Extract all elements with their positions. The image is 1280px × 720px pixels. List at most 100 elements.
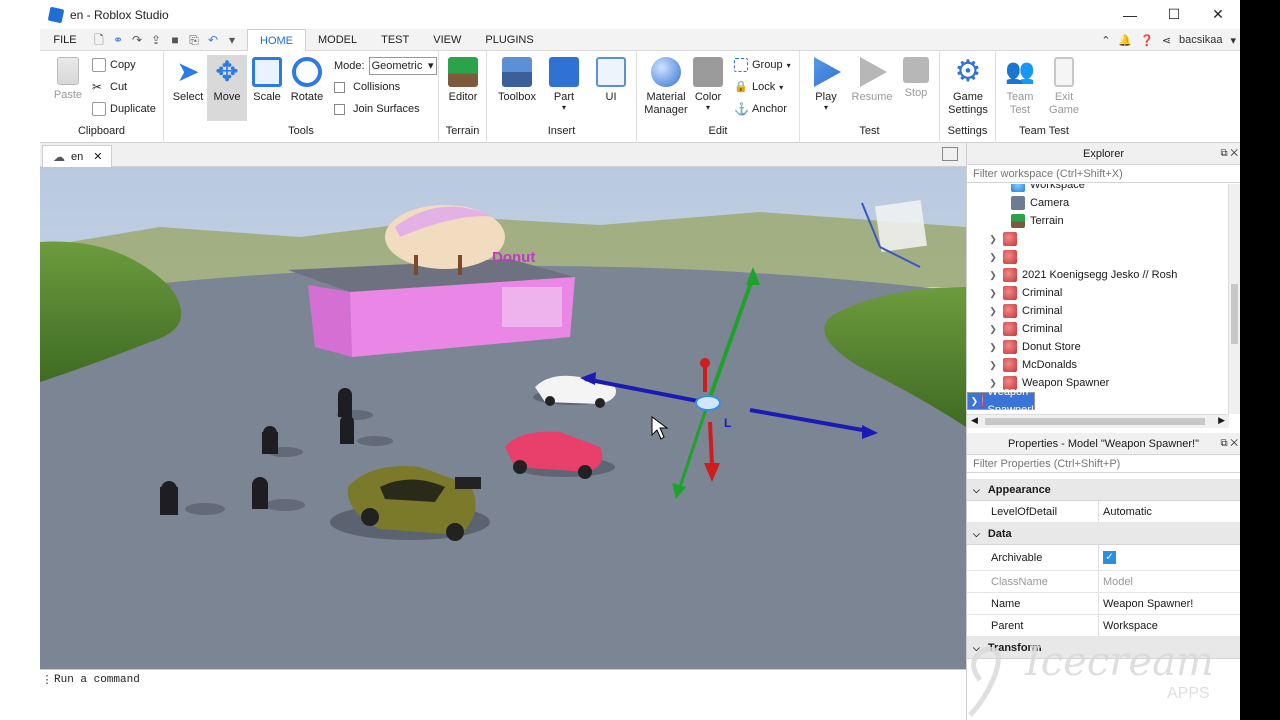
- minimize-button[interactable]: —: [1108, 0, 1152, 29]
- close-panel-icon[interactable]: ✕: [1230, 148, 1238, 159]
- drag-grip-icon[interactable]: ⋮: [40, 673, 54, 687]
- material-manager-button[interactable]: Material Manager: [643, 55, 689, 117]
- new-file-icon[interactable]: 🗋: [92, 33, 106, 47]
- file-menu[interactable]: FILE: [40, 34, 90, 46]
- toolbox-button[interactable]: Toolbox: [495, 55, 539, 103]
- properties-filter-input[interactable]: Filter Properties (Ctrl+Shift+P): [967, 455, 1240, 473]
- category-appearance[interactable]: ⌵ Appearance: [967, 479, 1240, 501]
- stop-square-icon[interactable]: ■: [168, 33, 182, 47]
- category-transform[interactable]: ⌵ Transform: [967, 637, 1240, 659]
- close-panel-icon[interactable]: ✕: [1230, 438, 1238, 449]
- team-test-button[interactable]: 👥 Team Test: [1000, 55, 1040, 117]
- explorer-item[interactable]: Workspace: [967, 184, 1229, 194]
- explorer-item[interactable]: ❯ McDonalds: [967, 356, 1229, 374]
- play-button[interactable]: Play ▾: [806, 55, 846, 112]
- resume-button[interactable]: Resume: [850, 55, 894, 103]
- expand-chevron-icon[interactable]: ❯: [987, 284, 999, 302]
- expand-chevron-icon[interactable]: ❯: [987, 302, 999, 320]
- anchor-button[interactable]: ⚓ Anchor: [734, 102, 787, 116]
- expand-chevron-icon[interactable]: ❯: [987, 320, 999, 338]
- explorer-item[interactable]: ❯ Donut Store: [967, 338, 1229, 356]
- archivable-checkbox[interactable]: ✓: [1103, 551, 1116, 564]
- color-dropdown-icon[interactable]: ▾: [688, 103, 728, 112]
- collisions-toggle[interactable]: Collisions: [334, 81, 400, 93]
- redo-arrow-icon[interactable]: ↷: [130, 33, 144, 47]
- prop-name[interactable]: Name Weapon Spawner!: [967, 593, 1240, 615]
- ui-button[interactable]: UI: [591, 55, 631, 103]
- explorer-vertical-scrollbar[interactable]: [1228, 184, 1240, 414]
- group-dropdown-icon[interactable]: ▾: [787, 61, 791, 70]
- explorer-item[interactable]: ❯ Criminal: [967, 302, 1229, 320]
- paste-button[interactable]: Paste: [48, 55, 88, 101]
- tab-test[interactable]: TEST: [369, 29, 421, 51]
- expand-chevron-icon[interactable]: ❯: [987, 266, 999, 284]
- command-input[interactable]: Run a command: [54, 674, 140, 686]
- part-button[interactable]: Part ▾: [544, 55, 584, 112]
- tab-plugins[interactable]: PLUGINS: [473, 29, 545, 51]
- category-data[interactable]: ⌵ Data: [967, 523, 1240, 545]
- explorer-item[interactable]: ❯: [967, 248, 1229, 266]
- rotate-tool-button[interactable]: Rotate: [287, 55, 327, 103]
- explorer-item[interactable]: ❯: [967, 230, 1229, 248]
- duplicate-button[interactable]: Duplicate: [92, 102, 156, 116]
- explorer-item[interactable]: ❯ Criminal: [967, 320, 1229, 338]
- expand-chevron-icon[interactable]: ❯: [971, 392, 979, 410]
- lock-dropdown-icon[interactable]: ▾: [779, 83, 783, 92]
- notification-bell-icon[interactable]: 🔔: [1118, 34, 1132, 47]
- prop-level-of-detail[interactable]: LevelOfDetail Automatic: [967, 501, 1240, 523]
- explorer-horizontal-scrollbar[interactable]: ◀ ▶: [967, 414, 1229, 428]
- undock-icon[interactable]: ⧉: [1220, 438, 1227, 449]
- move-tool-button[interactable]: ✥ Move: [207, 55, 247, 121]
- explorer-item[interactable]: ❯ Criminal: [967, 284, 1229, 302]
- explorer-item[interactable]: ❯ Weapon Spawner!: [967, 386, 1035, 414]
- export-icon[interactable]: ⎘: [187, 33, 201, 47]
- expand-chevron-icon[interactable]: ❯: [987, 230, 999, 248]
- copy-button[interactable]: Copy: [92, 58, 136, 72]
- part-dropdown-icon[interactable]: ▾: [544, 103, 584, 112]
- share-icon[interactable]: ⋖: [1162, 34, 1171, 47]
- prop-parent[interactable]: Parent Workspace: [967, 615, 1240, 637]
- explorer-filter-input[interactable]: Filter workspace (Ctrl+Shift+X): [967, 165, 1240, 183]
- stop-button[interactable]: Stop: [896, 55, 936, 99]
- explorer-item[interactable]: ❯ 2021 Koenigsegg Jesko // Rosh: [967, 266, 1229, 284]
- collisions-checkbox[interactable]: [334, 81, 345, 93]
- undock-icon[interactable]: ⧉: [1220, 148, 1227, 159]
- exit-game-button[interactable]: Exit Game: [1044, 55, 1084, 117]
- terrain-editor-button[interactable]: Editor: [443, 55, 483, 103]
- tab-view[interactable]: VIEW: [421, 29, 473, 51]
- doc-tab-en[interactable]: ☁ en ✕: [42, 145, 112, 167]
- scroll-right-icon[interactable]: ▶: [1218, 415, 1225, 426]
- quick-access-dropdown-icon[interactable]: ▾: [225, 33, 239, 47]
- viewport-layout-icon[interactable]: [942, 147, 958, 161]
- publish-icon[interactable]: ⇪: [149, 33, 163, 47]
- prop-archivable[interactable]: Archivable ✓: [967, 545, 1240, 571]
- group-button[interactable]: Group ▾: [734, 58, 791, 72]
- select-tool-button[interactable]: ➤ Select: [168, 55, 208, 104]
- expand-chevron-icon[interactable]: ❯: [987, 338, 999, 356]
- close-button[interactable]: ✕: [1196, 0, 1240, 29]
- play-dropdown-icon[interactable]: ▾: [806, 103, 846, 112]
- explorer-item[interactable]: Camera: [967, 194, 1229, 212]
- maximize-button[interactable]: ☐: [1152, 0, 1196, 29]
- 3d-viewport[interactable]: Donut L: [40, 167, 966, 669]
- join-surfaces-checkbox[interactable]: [334, 103, 345, 115]
- explorer-item[interactable]: Terrain: [967, 212, 1229, 230]
- mode-dropdown[interactable]: Geometric ▾: [368, 57, 437, 75]
- expand-chevron-icon[interactable]: ❯: [987, 356, 999, 374]
- binoculars-icon[interactable]: ⚭: [111, 33, 125, 47]
- close-tab-icon[interactable]: ✕: [93, 150, 102, 163]
- cut-button[interactable]: ✂ Cut: [92, 80, 127, 94]
- game-settings-button[interactable]: ⚙ Game Settings: [943, 55, 993, 117]
- user-name[interactable]: bacsikaa: [1179, 34, 1222, 46]
- lock-button[interactable]: 🔒 Lock ▾: [734, 80, 783, 94]
- expand-chevron-icon[interactable]: ❯: [987, 248, 999, 266]
- user-dropdown-icon[interactable]: ▾: [1230, 34, 1236, 47]
- join-surfaces-toggle[interactable]: Join Surfaces: [334, 103, 420, 115]
- scale-tool-button[interactable]: Scale: [247, 55, 287, 103]
- tab-home[interactable]: HOME: [247, 28, 306, 51]
- undo-icon[interactable]: ↶: [206, 33, 220, 47]
- color-button[interactable]: Color ▾: [688, 55, 728, 112]
- help-icon[interactable]: ❓: [1140, 34, 1154, 47]
- collapse-ribbon-icon[interactable]: ⌃: [1101, 34, 1110, 47]
- scroll-left-icon[interactable]: ◀: [971, 415, 978, 426]
